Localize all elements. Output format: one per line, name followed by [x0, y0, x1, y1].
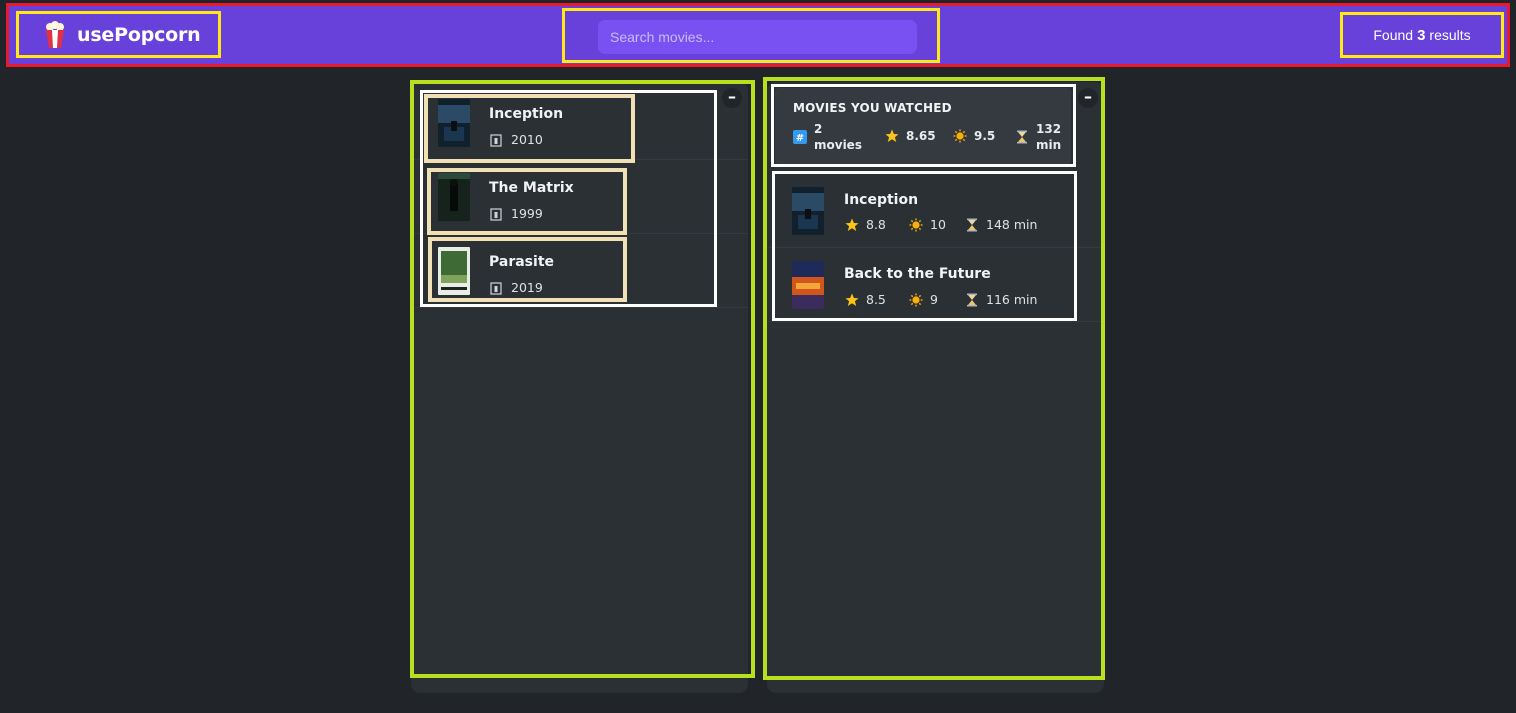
- runtime-number: 132: [1036, 122, 1062, 136]
- results-count: 3: [1417, 26, 1426, 44]
- user-rating: 9: [930, 292, 938, 307]
- logo: usePopcorn: [16, 11, 221, 58]
- sun-icon: [953, 129, 967, 143]
- movie-title: Parasite: [489, 254, 555, 270]
- hourglass-icon: [967, 218, 977, 231]
- results-prefix: Found: [1373, 27, 1414, 43]
- movie-poster: [438, 247, 470, 295]
- sun-icon: [909, 293, 923, 306]
- star-icon: [845, 293, 859, 306]
- search-container: [562, 8, 940, 63]
- list-item[interactable]: Inception 2010: [411, 86, 748, 160]
- movie-title: The Matrix: [489, 180, 574, 196]
- num-results: Found 3 results: [1340, 12, 1504, 58]
- movie-poster: [792, 187, 824, 235]
- sun-icon: [909, 218, 923, 231]
- popcorn-icon: [46, 20, 64, 48]
- star-icon: [885, 129, 899, 142]
- calendar-icon: [490, 133, 502, 147]
- movie-stats: 8.8 10 148 min: [845, 217, 1037, 232]
- count-number: 2: [814, 122, 823, 136]
- calendar-icon: [490, 207, 502, 221]
- year-text: 1999: [511, 206, 543, 221]
- runtime: 116 min: [986, 292, 1038, 307]
- imdb-average: 8.65: [906, 129, 936, 143]
- runtime-unit: min: [1036, 138, 1062, 152]
- movie-poster: [792, 261, 824, 309]
- list-item[interactable]: The Matrix 1999: [411, 160, 748, 234]
- movie-title: Inception: [844, 192, 919, 208]
- summary-count: # 2 movies: [793, 121, 862, 153]
- logo-text: usePopcorn: [77, 23, 201, 46]
- collapse-watched-button[interactable]: –: [1078, 88, 1098, 108]
- movie-list-box: – Inception 2010 The Matrix 1999 Parasit…: [411, 82, 748, 693]
- movie-year: 2010: [489, 132, 543, 147]
- year-text: 2019: [511, 280, 543, 295]
- movie-poster: [438, 173, 470, 221]
- summary-runtime: 132 min: [1015, 121, 1061, 153]
- movie-title: Inception: [489, 106, 564, 122]
- hash-icon: #: [793, 130, 807, 144]
- star-icon: [845, 218, 859, 231]
- collapse-list-button[interactable]: –: [722, 88, 742, 108]
- user-average: 9.5: [974, 129, 996, 143]
- watched-item[interactable]: Back to the Future 8.5 9 116 min: [767, 248, 1104, 322]
- summary-imdb: 8.65: [885, 129, 936, 143]
- user-rating: 10: [930, 217, 946, 232]
- results-suffix: results: [1429, 27, 1471, 43]
- movie-year: 1999: [489, 206, 543, 221]
- list-item[interactable]: Parasite 2019: [411, 234, 748, 308]
- movie-title: Back to the Future: [844, 266, 991, 282]
- hourglass-icon: [1017, 130, 1027, 144]
- movie-stats: 8.5 9 116 min: [845, 292, 1037, 307]
- hourglass-icon: [967, 293, 977, 306]
- summary-heading: Movies you watched: [793, 101, 952, 115]
- summary-user: 9.5: [953, 129, 995, 143]
- watched-summary: Movies you watched # 2 movies 8.65 9.5 13…: [775, 88, 1071, 164]
- imdb-rating: 8.8: [866, 217, 886, 232]
- navbar: usePopcorn Found 3 results: [6, 3, 1510, 67]
- count-word: movies: [814, 138, 862, 152]
- movie-year: 2019: [489, 280, 543, 295]
- movie-poster: [438, 99, 470, 147]
- watched-item[interactable]: Inception 8.8 10 148 min: [767, 174, 1104, 248]
- year-text: 2010: [511, 132, 543, 147]
- runtime: 148 min: [986, 217, 1038, 232]
- calendar-icon: [490, 281, 502, 295]
- watched-box: – Movies you watched # 2 movies 8.65 9.5 …: [767, 82, 1104, 693]
- imdb-rating: 8.5: [866, 292, 886, 307]
- svg-text:#: #: [796, 133, 804, 144]
- search-input[interactable]: [598, 20, 917, 54]
